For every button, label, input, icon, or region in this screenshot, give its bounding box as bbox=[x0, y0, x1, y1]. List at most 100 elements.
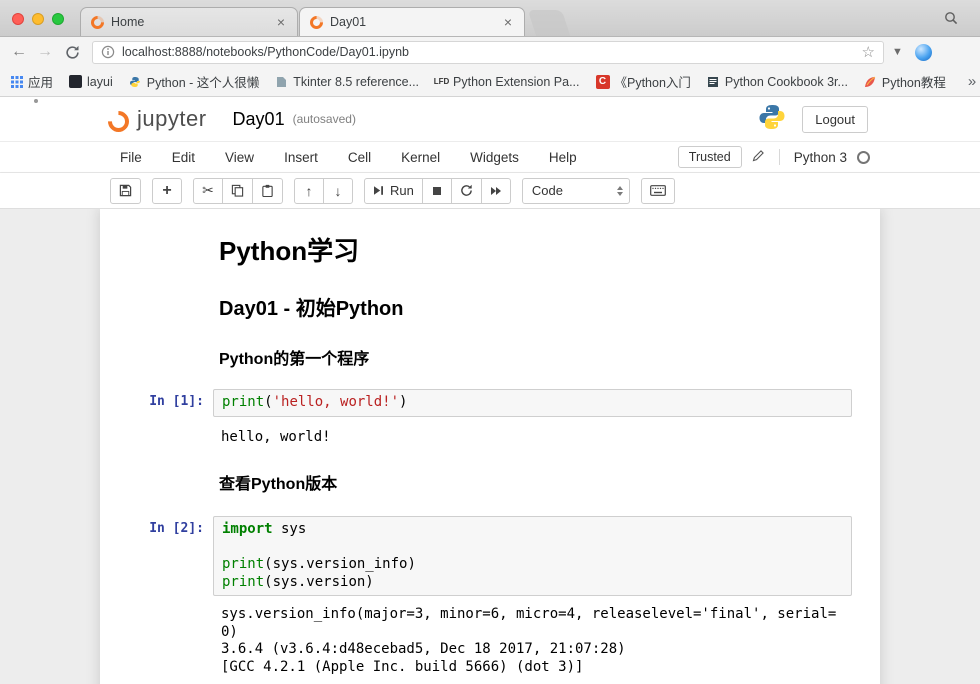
downloads-triangle-icon[interactable]: ▼ bbox=[892, 46, 903, 58]
interrupt-kernel-button[interactable] bbox=[422, 178, 452, 204]
bookmark-tkinter[interactable]: Tkinter 8.5 reference... bbox=[275, 75, 419, 89]
bookmark-lfd[interactable]: LFD Python Extension Pa... bbox=[435, 75, 579, 89]
menu-help[interactable]: Help bbox=[549, 150, 577, 165]
menu-insert[interactable]: Insert bbox=[284, 150, 318, 165]
book-icon bbox=[707, 75, 720, 88]
tab-close-icon[interactable]: × bbox=[275, 14, 287, 30]
paste-cell-button[interactable] bbox=[252, 178, 283, 204]
jupyter-brand-text: jupyter bbox=[137, 106, 207, 132]
forward-button[interactable]: → bbox=[32, 39, 58, 65]
jupyter-menubar: File Edit View Insert Cell Kernel Widget… bbox=[0, 141, 980, 173]
tab-day01[interactable]: Day01 × bbox=[299, 7, 525, 36]
code-token: 'hello, world!' bbox=[273, 394, 399, 410]
url-text: localhost:8888/notebooks/PythonCode/Day0… bbox=[122, 45, 856, 59]
dropdown-stepper-icon bbox=[617, 186, 623, 196]
markdown-cell-title[interactable]: Python学习 bbox=[115, 231, 852, 268]
jupyter-logo[interactable]: jupyter bbox=[108, 106, 207, 132]
copy-cell-button[interactable] bbox=[222, 178, 253, 204]
tab-close-icon[interactable]: × bbox=[502, 14, 514, 30]
heading-first-program: Python的第一个程序 bbox=[219, 345, 852, 369]
minimize-window-button[interactable] bbox=[32, 13, 44, 25]
refresh-button[interactable] bbox=[60, 45, 84, 60]
menu-widgets[interactable]: Widgets bbox=[470, 150, 519, 165]
titlebar: Home × Day01 × bbox=[0, 0, 980, 37]
tab-home[interactable]: Home × bbox=[80, 7, 298, 36]
markdown-cell-day01[interactable]: Day01 - 初始Python bbox=[115, 292, 852, 321]
zoom-window-button[interactable] bbox=[52, 13, 64, 25]
search-icon[interactable] bbox=[944, 11, 958, 30]
bookmark-label: 《Python入门 bbox=[615, 72, 691, 91]
bookmark-layui[interactable]: layui bbox=[69, 75, 113, 89]
code-token: (sys.version_info) bbox=[264, 556, 416, 572]
menu-edit[interactable]: Edit bbox=[172, 150, 195, 165]
bookmark-csdn[interactable]: C 《Python入门 bbox=[596, 72, 691, 91]
url-bar[interactable]: localhost:8888/notebooks/PythonCode/Day0… bbox=[92, 41, 884, 64]
run-button-label: Run bbox=[390, 183, 414, 198]
bookmark-cookbook[interactable]: Python Cookbook 3r... bbox=[707, 75, 848, 89]
move-cell-up-button[interactable]: ↑ bbox=[294, 178, 324, 204]
cut-cell-button[interactable]: ✂ bbox=[193, 178, 223, 204]
code-token: sys bbox=[273, 521, 307, 537]
address-bar-row: ← → localhost:8888/notebooks/PythonCode/… bbox=[0, 37, 980, 67]
cell-2-output: sys.version_info(major=3, minor=6, micro… bbox=[213, 606, 852, 676]
output-line: 3.6.4 (v3.6.4:d48ecebad5, Dec 18 2017, 2… bbox=[221, 641, 852, 659]
restart-kernel-button[interactable] bbox=[451, 178, 482, 204]
menu-view[interactable]: View bbox=[225, 150, 254, 165]
python-favicon-icon bbox=[129, 75, 142, 88]
notebook-title[interactable]: Day01 bbox=[233, 109, 285, 130]
code-line: print('hello, world!') bbox=[222, 394, 843, 412]
menu-file[interactable]: File bbox=[120, 150, 142, 165]
back-button[interactable]: ← bbox=[6, 39, 32, 65]
output-line: hello, world! bbox=[221, 429, 852, 447]
code-input-1[interactable]: print('hello, world!') bbox=[213, 389, 852, 417]
output-line: sys.version_info(major=3, minor=6, micro… bbox=[221, 606, 852, 624]
new-tab-button[interactable] bbox=[528, 10, 570, 36]
trusted-button[interactable]: Trusted bbox=[678, 146, 742, 168]
tab-day01-label: Day01 bbox=[330, 15, 502, 29]
markdown-cell-version[interactable]: 查看Python版本 bbox=[115, 470, 852, 494]
extension-globe-icon[interactable] bbox=[915, 44, 932, 61]
cell-type-dropdown[interactable]: Code bbox=[522, 178, 630, 204]
menu-kernel[interactable]: Kernel bbox=[401, 150, 440, 165]
save-button[interactable] bbox=[110, 178, 141, 204]
code-cell-1[interactable]: In [1]: print('hello, world!') hello, wo… bbox=[115, 389, 852, 446]
move-cell-down-button[interactable]: ↓ bbox=[323, 178, 353, 204]
bookmark-label: 应用 bbox=[28, 72, 53, 91]
autosave-status: (autosaved) bbox=[293, 112, 356, 127]
input-prompt-2: In [2]: bbox=[115, 516, 213, 536]
add-cell-button[interactable]: + bbox=[152, 178, 182, 204]
lfd-text-icon: LFD bbox=[435, 75, 448, 88]
command-palette-button[interactable] bbox=[641, 178, 675, 204]
jupyter-logo-moon-icon bbox=[34, 99, 38, 103]
bookmark-python-blog[interactable]: Python - 这个人很懒 bbox=[129, 72, 260, 91]
restart-run-all-button[interactable] bbox=[481, 178, 511, 204]
code-token: (sys.version) bbox=[264, 574, 374, 590]
close-window-button[interactable] bbox=[12, 13, 24, 25]
menu-cell[interactable]: Cell bbox=[348, 150, 371, 165]
bookmarks-overflow-chevron[interactable]: » bbox=[962, 73, 980, 90]
logout-button[interactable]: Logout bbox=[802, 106, 868, 133]
code-token: ( bbox=[264, 394, 272, 410]
layui-favicon-icon bbox=[69, 75, 82, 88]
bookmark-apps[interactable]: 应用 bbox=[10, 72, 53, 91]
feather-icon bbox=[864, 75, 877, 88]
bookmarks-bar: 应用 layui Python - 这个人很懒 Tkinter 8.5 refe… bbox=[0, 67, 980, 97]
code-cell-2[interactable]: In [2]: import sys print(sys.version_inf… bbox=[115, 516, 852, 676]
apps-grid-icon bbox=[10, 75, 23, 88]
cell-1-output: hello, world! bbox=[213, 429, 852, 447]
code-line: import sys bbox=[222, 521, 843, 539]
markdown-cell-first-program[interactable]: Python的第一个程序 bbox=[115, 345, 852, 369]
bookmark-label: Python教程 bbox=[882, 72, 946, 91]
code-input-2[interactable]: import sys print(sys.version_info) print… bbox=[213, 516, 852, 596]
notebook-container: Python学习 Day01 - 初始Python Python的第一个程序 I… bbox=[100, 209, 880, 684]
jupyter-favicon-icon bbox=[88, 13, 106, 31]
input-prompt-1: In [1]: bbox=[115, 389, 213, 409]
bookmark-python-tutorial[interactable]: Python教程 bbox=[864, 72, 946, 91]
code-token: import bbox=[222, 521, 273, 537]
bookmark-label: Python Extension Pa... bbox=[453, 75, 579, 89]
notebook-scroll-area[interactable]: Python学习 Day01 - 初始Python Python的第一个程序 I… bbox=[0, 209, 980, 684]
run-button[interactable]: Run bbox=[364, 178, 423, 204]
page-info-icon[interactable] bbox=[101, 45, 115, 59]
bookmark-star-icon[interactable]: ☆ bbox=[862, 43, 875, 61]
code-token: print bbox=[222, 394, 264, 410]
